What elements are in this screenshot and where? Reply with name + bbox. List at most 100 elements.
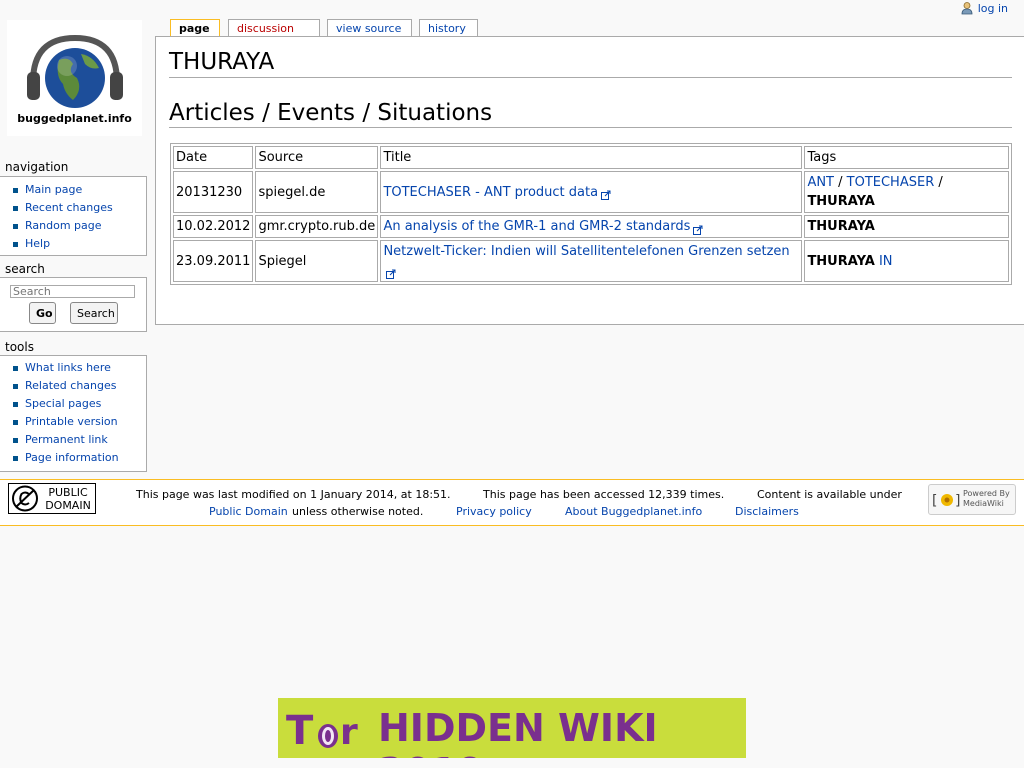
tab-page[interactable]: page bbox=[170, 19, 220, 36]
banner-brand-letter: T bbox=[286, 708, 314, 754]
table-row: 23.09.2011 Spiegel Netzwelt-Ticker: Indi… bbox=[173, 240, 1009, 282]
tag-link[interactable]: TOTECHASER bbox=[847, 175, 935, 190]
tag-separator: / bbox=[834, 175, 847, 190]
footer: PUBLIC DOMAIN This page was last modifie… bbox=[0, 479, 1024, 526]
page-title: THURAYA bbox=[169, 47, 1012, 78]
content-area: THURAYA Articles / Events / Situations D… bbox=[155, 36, 1024, 325]
nav-link[interactable]: Recent changes bbox=[25, 201, 113, 214]
tool-link[interactable]: Permanent link bbox=[25, 433, 108, 446]
powered-by-text: Powered By MediaWiki bbox=[963, 489, 1010, 508]
row-title-cell: An analysis of the GMR-1 and GMR-2 stand… bbox=[380, 215, 803, 238]
row-title-cell: TOTECHASER - ANT product data bbox=[380, 171, 803, 213]
tag-current: THURAYA bbox=[807, 194, 875, 209]
login-link[interactable]: log in bbox=[978, 2, 1008, 15]
articles-table: Date Source Title Tags 20131230 spiegel.… bbox=[170, 143, 1012, 285]
svg-text:]: ] bbox=[955, 493, 960, 509]
view-count: This page has been accessed 12,339 times… bbox=[483, 488, 725, 501]
row-date: 10.02.2012 bbox=[173, 215, 254, 238]
hidden-wiki-banner[interactable]: T r HIDDEN WIKI 2019 bbox=[278, 698, 746, 758]
powered-by-mediawiki-badge[interactable]: [ ] Powered By MediaWiki bbox=[928, 484, 1016, 515]
sidebar-item-permanent-link: Permanent link bbox=[12, 431, 146, 449]
row-source: gmr.crypto.rub.de bbox=[255, 215, 379, 238]
table-row: 20131230 spiegel.de TOTECHASER - ANT pro… bbox=[173, 171, 1009, 213]
external-link-icon bbox=[693, 222, 703, 235]
search-portlet: Go Search bbox=[0, 277, 147, 332]
site-logo[interactable]: buggedplanet.info bbox=[7, 20, 142, 136]
banner-text: HIDDEN WIKI 2019 bbox=[378, 706, 658, 758]
unless-noted-text: unless otherwise noted. bbox=[292, 505, 424, 518]
search-button[interactable]: Search bbox=[70, 302, 118, 324]
article-link[interactable]: Netzwelt-Ticker: Indien will Satellitent… bbox=[383, 244, 789, 259]
tab-history[interactable]: history bbox=[419, 19, 478, 36]
tool-link[interactable]: Related changes bbox=[25, 379, 117, 392]
row-date: 23.09.2011 bbox=[173, 240, 254, 282]
sidebar-item-printable-version: Printable version bbox=[12, 413, 146, 431]
row-title-cell: Netzwelt-Ticker: Indien will Satellitent… bbox=[380, 240, 803, 282]
table-row: 10.02.2012 gmr.crypto.rub.de An analysis… bbox=[173, 215, 1009, 238]
sidebar-item-random-page: Random page bbox=[12, 217, 146, 235]
row-source: spiegel.de bbox=[255, 171, 379, 213]
row-source: Spiegel bbox=[255, 240, 379, 282]
tools-heading: tools bbox=[5, 340, 34, 354]
go-button[interactable]: Go bbox=[29, 302, 56, 324]
section-heading: Articles / Events / Situations bbox=[169, 99, 1012, 128]
personal-tools: log in bbox=[960, 0, 1008, 16]
tab-view-source[interactable]: view source bbox=[327, 19, 412, 36]
banner-brand-rest: r bbox=[340, 712, 358, 753]
svg-text:[: [ bbox=[932, 493, 937, 509]
mediawiki-flower-icon: [ ] bbox=[932, 493, 960, 509]
disclaimers-link[interactable]: Disclaimers bbox=[735, 505, 799, 518]
header-tags: Tags bbox=[804, 146, 1009, 169]
article-link[interactable]: An analysis of the GMR-1 and GMR-2 stand… bbox=[383, 219, 690, 234]
sidebar-item-special-pages: Special pages bbox=[12, 395, 146, 413]
sidebar-item-recent-changes: Recent changes bbox=[12, 199, 146, 217]
row-tags: THURAYA bbox=[804, 215, 1009, 238]
public-domain-badge[interactable]: PUBLIC DOMAIN bbox=[8, 483, 96, 514]
logo-text: buggedplanet.info bbox=[17, 112, 132, 125]
public-domain-text: PUBLIC DOMAIN bbox=[45, 486, 91, 512]
privacy-policy-link[interactable]: Privacy policy bbox=[456, 505, 532, 518]
nav-link[interactable]: Help bbox=[25, 237, 50, 250]
tag-current: THURAYA bbox=[807, 219, 875, 234]
tab-history-label[interactable]: history bbox=[428, 22, 466, 35]
sidebar-item-main-page: Main page bbox=[12, 181, 146, 199]
header-date: Date bbox=[173, 146, 254, 169]
header-title: Title bbox=[380, 146, 803, 169]
external-link-icon bbox=[386, 266, 396, 279]
tool-link[interactable]: Special pages bbox=[25, 397, 101, 410]
tag-separator: / bbox=[934, 175, 943, 190]
search-heading: search bbox=[5, 262, 45, 276]
tor-onion-icon: T r bbox=[286, 708, 358, 754]
article-link[interactable]: TOTECHASER - ANT product data bbox=[383, 185, 598, 200]
row-tags: ANT / TOTECHASER / THURAYA bbox=[804, 171, 1009, 213]
about-link[interactable]: About Buggedplanet.info bbox=[565, 505, 702, 518]
sidebar-item-related-changes: Related changes bbox=[12, 377, 146, 395]
navigation-portlet: Main page Recent changes Random page Hel… bbox=[0, 176, 147, 256]
header-source: Source bbox=[255, 146, 379, 169]
no-copyright-icon bbox=[12, 485, 38, 512]
tag-link[interactable]: ANT bbox=[807, 175, 834, 190]
sidebar-item-what-links-here: What links here bbox=[12, 359, 146, 377]
tag-link[interactable]: IN bbox=[879, 254, 893, 269]
nav-link[interactable]: Main page bbox=[25, 183, 82, 196]
tab-discussion-label[interactable]: discussion bbox=[237, 22, 294, 35]
last-modified: This page was last modified on 1 January… bbox=[136, 488, 451, 501]
tab-view-source-label[interactable]: view source bbox=[336, 22, 401, 35]
tools-portlet: What links here Related changes Special … bbox=[0, 355, 147, 472]
sidebar-item-help: Help bbox=[12, 235, 146, 253]
nav-link[interactable]: Random page bbox=[25, 219, 102, 232]
tag-current: THURAYA bbox=[807, 253, 875, 269]
row-tags: THURAYA IN bbox=[804, 240, 1009, 282]
tab-page-label[interactable]: page bbox=[179, 22, 210, 35]
navigation-heading: navigation bbox=[5, 160, 69, 174]
tool-link[interactable]: Printable version bbox=[25, 415, 118, 428]
sidebar-item-page-information: Page information bbox=[12, 449, 146, 467]
tab-discussion[interactable]: discussion bbox=[228, 19, 320, 36]
user-icon bbox=[960, 1, 974, 15]
tool-link[interactable]: What links here bbox=[25, 361, 111, 374]
public-domain-link[interactable]: Public Domain bbox=[209, 505, 288, 518]
table-header-row: Date Source Title Tags bbox=[173, 146, 1009, 169]
tool-link[interactable]: Page information bbox=[25, 451, 119, 464]
external-link-icon bbox=[601, 187, 611, 200]
search-input[interactable] bbox=[10, 285, 135, 298]
